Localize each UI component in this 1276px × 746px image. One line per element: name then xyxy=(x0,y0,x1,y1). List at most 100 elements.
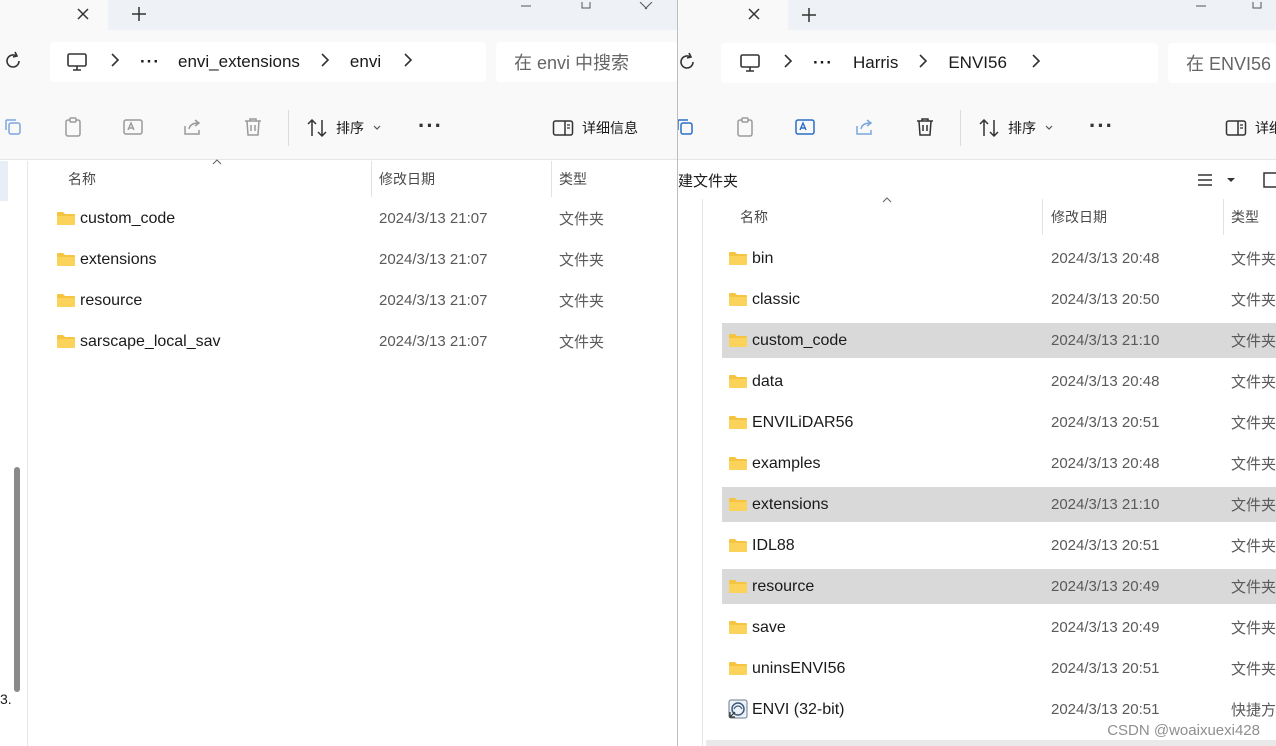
chevron-right-icon[interactable] xyxy=(403,52,413,72)
list-item[interactable]: save 2024/3/13 20:49 文件夹 xyxy=(722,610,1276,645)
file-name: ENVI (32-bit) xyxy=(752,700,845,718)
share-icon[interactable] xyxy=(182,116,206,140)
more-options-icon[interactable]: ··· xyxy=(1089,115,1114,137)
chevron-right-icon[interactable] xyxy=(110,52,120,72)
delete-icon[interactable] xyxy=(914,116,938,140)
more-crumbs-icon[interactable]: ··· xyxy=(140,52,160,72)
explorer-window-envi: ··· envi_extensions envi 在 envi 中搜索 排序 ·… xyxy=(0,0,677,746)
share-icon[interactable] xyxy=(854,116,878,140)
copy-icon[interactable] xyxy=(678,116,698,140)
more-options-icon[interactable]: ··· xyxy=(418,115,443,137)
file-date: 2024/3/13 20:49 xyxy=(1051,619,1160,636)
window-close-icon[interactable] xyxy=(626,0,666,12)
list-item[interactable]: custom_code 2024/3/13 21:10 文件夹 xyxy=(722,323,1276,358)
list-item[interactable]: uninsENVI56 2024/3/13 20:51 文件夹 xyxy=(722,651,1276,686)
secondary-bar: 建文件夹 xyxy=(678,161,1276,199)
maximize-icon[interactable] xyxy=(566,0,606,12)
view-dropdown-icon[interactable] xyxy=(1225,172,1237,188)
list-item[interactable]: data 2024/3/13 20:48 文件夹 xyxy=(722,364,1276,399)
details-pane-icon xyxy=(552,119,574,137)
new-folder-link[interactable]: 建文件夹 xyxy=(678,161,738,199)
list-item[interactable]: ENVILiDAR56 2024/3/13 20:51 文件夹 xyxy=(722,405,1276,440)
active-tab[interactable] xyxy=(678,0,788,30)
command-bar: 排序 ··· 详细信息 xyxy=(0,94,677,160)
details-pane-button[interactable]: 详细 xyxy=(1225,116,1276,140)
breadcrumb-item[interactable]: ENVI56 xyxy=(948,53,1007,73)
file-type: 文件夹 xyxy=(1231,538,1276,555)
column-divider[interactable] xyxy=(1042,199,1043,235)
file-name: custom_code xyxy=(80,209,176,227)
refresh-icon[interactable] xyxy=(2,50,26,74)
file-type: 文件夹 xyxy=(1231,497,1276,514)
folder-icon xyxy=(56,293,76,308)
list-item[interactable]: examples 2024/3/13 20:48 文件夹 xyxy=(722,446,1276,481)
search-input[interactable]: 在 envi 中搜索 xyxy=(496,42,677,82)
copy-icon[interactable] xyxy=(2,116,26,140)
list-item[interactable]: custom_code 2024/3/13 21:07 文件夹 xyxy=(48,201,668,236)
breadcrumb-item[interactable]: envi xyxy=(350,52,381,72)
list-item[interactable]: extensions 2024/3/13 21:07 文件夹 xyxy=(48,242,668,277)
nav-scrollbar-thumb[interactable] xyxy=(14,467,20,692)
refresh-icon[interactable] xyxy=(678,51,700,75)
column-divider[interactable] xyxy=(551,161,552,197)
file-type: 文件夹 xyxy=(1231,292,1276,309)
close-icon[interactable] xyxy=(70,1,96,27)
column-header-date[interactable]: 修改日期 xyxy=(1051,199,1107,235)
minimize-icon[interactable] xyxy=(1181,0,1221,12)
breadcrumb-item[interactable]: envi_extensions xyxy=(178,52,300,72)
list-item[interactable]: bin 2024/3/13 20:48 文件夹 xyxy=(722,241,1276,276)
column-header-date[interactable]: 修改日期 xyxy=(379,161,435,197)
new-tab-icon[interactable] xyxy=(796,2,822,28)
minimize-icon[interactable] xyxy=(506,0,546,12)
list-item[interactable]: extensions 2024/3/13 21:10 文件夹 xyxy=(722,487,1276,522)
view-list-icon[interactable] xyxy=(1196,172,1214,188)
column-header-type[interactable]: 类型 xyxy=(559,161,587,197)
preview-pane-icon[interactable] xyxy=(1263,171,1276,189)
file-date: 2024/3/13 21:07 xyxy=(379,210,488,227)
chevron-right-icon[interactable] xyxy=(783,53,793,73)
file-date: 2024/3/13 21:07 xyxy=(379,333,488,350)
close-icon[interactable] xyxy=(741,1,767,27)
breadcrumb-item[interactable]: Harris xyxy=(853,53,898,73)
breadcrumb: ··· Harris ENVI56 xyxy=(721,43,1158,83)
column-divider[interactable] xyxy=(1223,199,1224,235)
chevron-right-icon[interactable] xyxy=(1031,53,1041,73)
list-item[interactable]: sarscape_local_sav 2024/3/13 21:07 文件夹 xyxy=(48,324,668,359)
rename-icon[interactable] xyxy=(122,116,146,140)
sort-button[interactable]: 排序 xyxy=(978,116,1054,140)
horizontal-scrollbar[interactable] xyxy=(706,740,1276,746)
column-header-name[interactable]: 名称 xyxy=(740,199,768,235)
list-item[interactable]: resource 2024/3/13 21:07 文件夹 xyxy=(48,283,668,318)
file-type: 文件夹 xyxy=(559,334,605,351)
column-header-type[interactable]: 类型 xyxy=(1231,199,1259,235)
new-tab-icon[interactable] xyxy=(126,1,152,27)
more-crumbs-icon[interactable]: ··· xyxy=(813,53,833,73)
list-item[interactable]: IDL88 2024/3/13 20:51 文件夹 xyxy=(722,528,1276,563)
list-item[interactable]: resource 2024/3/13 20:49 文件夹 xyxy=(722,569,1276,604)
computer-icon[interactable] xyxy=(739,53,761,73)
active-tab[interactable] xyxy=(0,0,108,30)
paste-icon[interactable] xyxy=(734,116,758,140)
explorer-window-envi56: ··· Harris ENVI56 在 ENVI56 中 xyxy=(677,0,1276,746)
paste-icon[interactable] xyxy=(62,116,86,140)
sort-button[interactable]: 排序 xyxy=(306,116,382,140)
folder-icon xyxy=(728,661,748,676)
search-input[interactable]: 在 ENVI56 中 xyxy=(1168,43,1276,83)
chevron-right-icon[interactable] xyxy=(918,53,928,73)
list-item[interactable]: classic 2024/3/13 20:50 文件夹 xyxy=(722,282,1276,317)
folder-icon xyxy=(728,251,748,266)
details-pane-button[interactable]: 详细信息 xyxy=(552,116,638,140)
rename-icon[interactable] xyxy=(794,116,818,140)
file-name: data xyxy=(752,372,784,390)
chevron-right-icon[interactable] xyxy=(320,52,330,72)
maximize-icon[interactable] xyxy=(1237,0,1276,12)
nav-pane-divider xyxy=(702,199,703,746)
folder-icon xyxy=(728,456,748,471)
column-header-name[interactable]: 名称 xyxy=(68,161,96,197)
folder-icon xyxy=(728,497,748,512)
delete-icon[interactable] xyxy=(242,116,266,140)
column-divider[interactable] xyxy=(371,161,372,197)
breadcrumb: ··· envi_extensions envi xyxy=(50,42,486,82)
computer-icon[interactable] xyxy=(66,52,88,72)
file-name: custom_code xyxy=(752,331,848,349)
